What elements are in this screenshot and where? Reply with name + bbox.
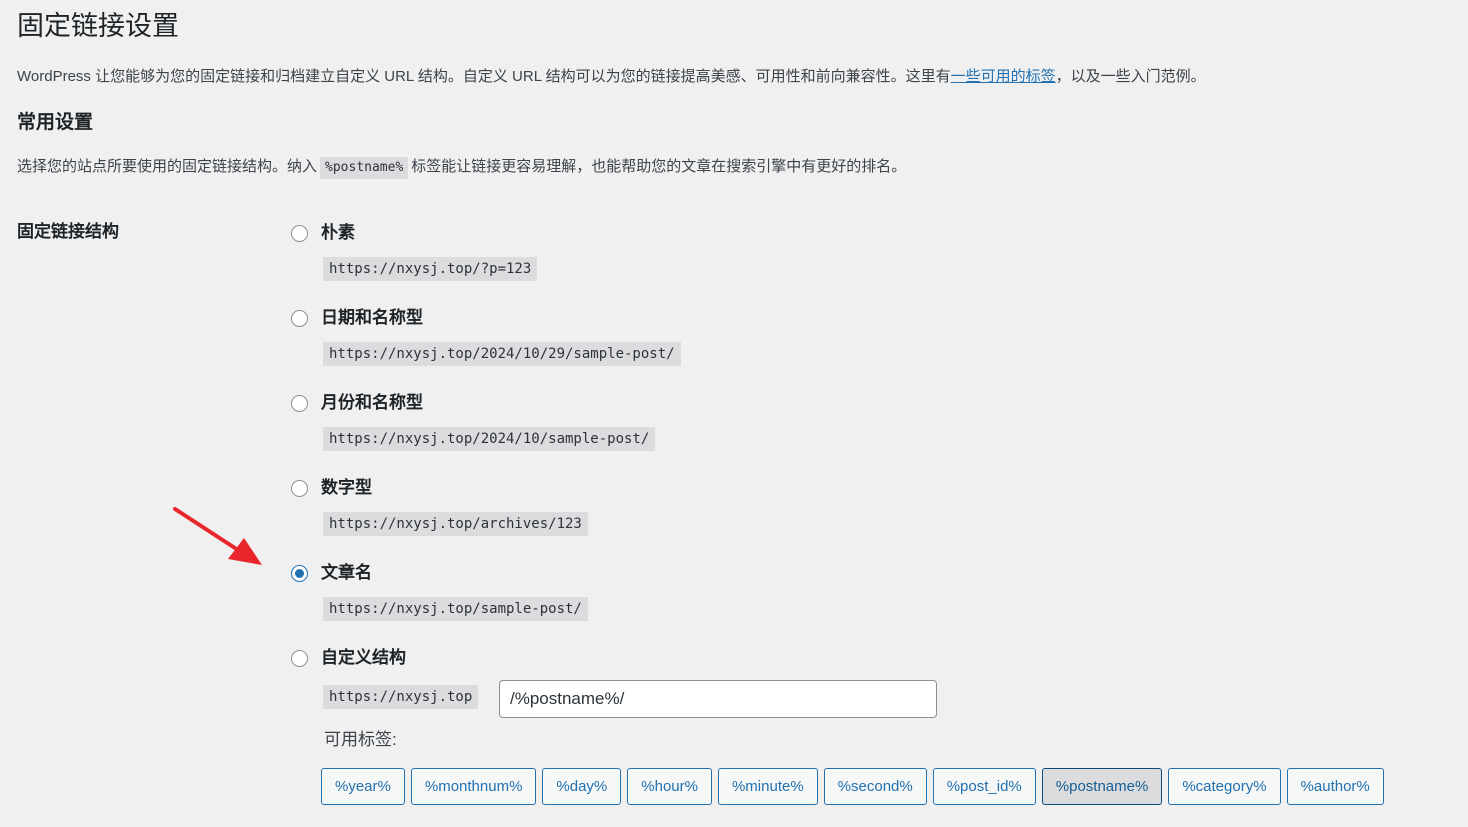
custom-structure-input[interactable] [499,680,937,718]
option-day-name-label[interactable]: 日期和名称型 [321,306,423,330]
radio-plain[interactable] [291,225,308,242]
option-month-name-label[interactable]: 月份和名称型 [321,391,423,415]
common-settings-description: 选择您的站点所要使用的固定链接结构。纳入 %postname% 标签能让链接更容易理… [17,155,906,179]
option-plain-label[interactable]: 朴素 [321,221,355,245]
option-day-name-example: https://nxysj.top/2024/10/29/sample-post… [323,342,681,366]
desc-text-after: 标签能让链接更容易理解，也能帮助您的文章在搜索引擎中有更好的排名。 [411,158,907,175]
option-numeric-label[interactable]: 数字型 [321,476,372,500]
radio-day-name[interactable] [291,310,308,327]
tag-button-year[interactable]: %year% [321,768,405,805]
tag-button-postname[interactable]: %postname% [1041,768,1163,805]
available-tags-list: %year% %monthnum% %day% %hour% %minute% … [321,768,1384,805]
tag-button-category[interactable]: %category% [1168,768,1281,805]
tag-button-second[interactable]: %second% [823,768,927,805]
option-post-name-label[interactable]: 文章名 [321,561,372,585]
radio-post-name[interactable] [291,565,308,582]
page-title: 固定链接设置 [17,11,179,41]
annotation-arrow-icon [173,507,262,565]
option-numeric-example: https://nxysj.top/archives/123 [323,512,588,536]
option-month-name-example: https://nxysj.top/2024/10/sample-post/ [323,427,656,451]
custom-structure-prefix: https://nxysj.top [323,685,479,709]
tag-button-author[interactable]: %author% [1286,768,1384,805]
postname-code: %postname% [320,157,409,179]
permalink-structure-label: 固定链接结构 [17,222,119,241]
intro-text: WordPress 让您能够为您的固定链接和归档建立自定义 URL 结构。自定义… [17,66,1206,88]
tag-button-day[interactable]: %day% [542,768,622,805]
intro-text-after: ，以及一些入门范例。 [1055,68,1206,85]
tag-button-hour[interactable]: %hour% [627,768,712,805]
radio-custom[interactable] [291,650,308,667]
common-settings-title: 常用设置 [17,112,94,133]
radio-numeric[interactable] [291,480,308,497]
desc-text-before: 选择您的站点所要使用的固定链接结构。纳入 [17,158,318,175]
option-post-name-example: https://nxysj.top/sample-post/ [323,597,588,621]
available-tags-link[interactable]: 一些可用的标签 [951,68,1056,85]
tag-button-post-id[interactable]: %post_id% [932,768,1036,805]
intro-text-before: WordPress 让您能够为您的固定链接和归档建立自定义 URL 结构。自定义… [17,68,951,85]
available-tags-label: 可用标签: [324,730,397,749]
option-plain-example: https://nxysj.top/?p=123 [323,257,538,281]
tag-button-monthnum[interactable]: %monthnum% [410,768,537,805]
option-custom-label[interactable]: 自定义结构 [321,646,406,670]
tag-button-minute[interactable]: %minute% [717,768,818,805]
radio-month-name[interactable] [291,395,308,412]
